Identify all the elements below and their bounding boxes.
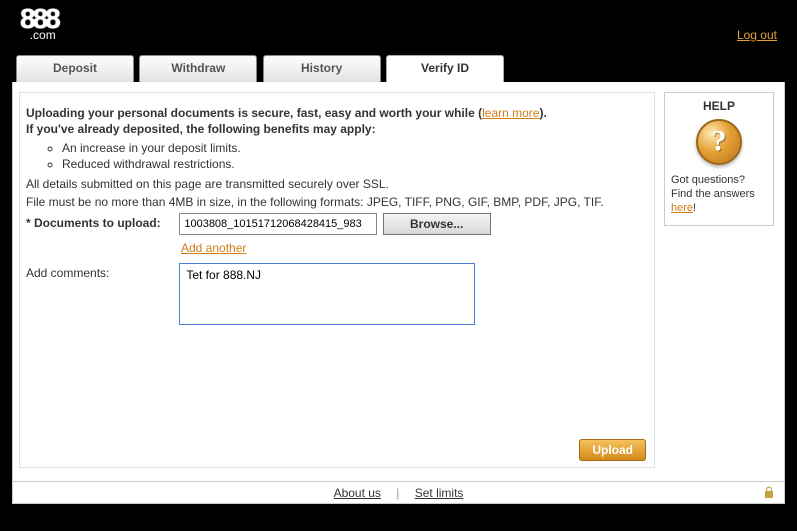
tab-withdraw[interactable]: Withdraw <box>139 55 257 82</box>
help-here-link[interactable]: here <box>671 202 693 214</box>
ssl-note: All details submitted on this page are t… <box>26 177 648 191</box>
tab-deposit[interactable]: Deposit <box>16 55 134 82</box>
benefit-item: An increase in your deposit limits. <box>62 141 650 155</box>
intro-text-1: Uploading your personal documents is sec… <box>26 106 482 120</box>
set-limits-link[interactable]: Set limits <box>415 486 464 500</box>
benefits-list: An increase in your deposit limits. Redu… <box>62 141 650 171</box>
brand-logo: 888 .com <box>20 8 58 42</box>
help-panel: HELP ? Got questions? Find the answers h… <box>664 92 774 226</box>
intro-text-1b: ). <box>539 106 546 120</box>
tab-bar: Deposit Withdraw History Verify ID <box>0 55 797 82</box>
file-restrictions: File must be no more than 4MB in size, i… <box>26 195 648 209</box>
help-punct: ! <box>693 202 696 214</box>
help-line-1: Got questions? <box>671 174 745 186</box>
tab-history[interactable]: History <box>263 55 381 82</box>
documents-label: * Documents to upload: <box>24 213 176 230</box>
learn-more-link[interactable]: learn more <box>482 106 539 120</box>
logo-text-top: 888 <box>20 8 58 30</box>
lock-icon <box>764 486 774 498</box>
upload-button[interactable]: Upload <box>579 439 646 461</box>
help-question-icon: ? <box>696 119 742 165</box>
help-title: HELP <box>671 99 767 113</box>
main-content: Uploading your personal documents is sec… <box>19 92 655 468</box>
intro-text-2: If you've already deposited, the followi… <box>26 122 376 136</box>
help-line-2: Find the answers <box>671 188 755 200</box>
comments-textarea[interactable] <box>179 263 475 325</box>
benefit-item: Reduced withdrawal restrictions. <box>62 157 650 171</box>
tab-verify-id[interactable]: Verify ID <box>386 55 504 82</box>
file-path-input[interactable] <box>179 213 377 235</box>
logout-link[interactable]: Log out <box>737 28 777 42</box>
browse-button[interactable]: Browse... <box>383 213 491 235</box>
comments-label: Add comments: <box>24 263 176 280</box>
footer-separator: | <box>396 486 399 500</box>
about-us-link[interactable]: About us <box>334 486 381 500</box>
add-another-link[interactable]: Add another <box>181 241 650 255</box>
